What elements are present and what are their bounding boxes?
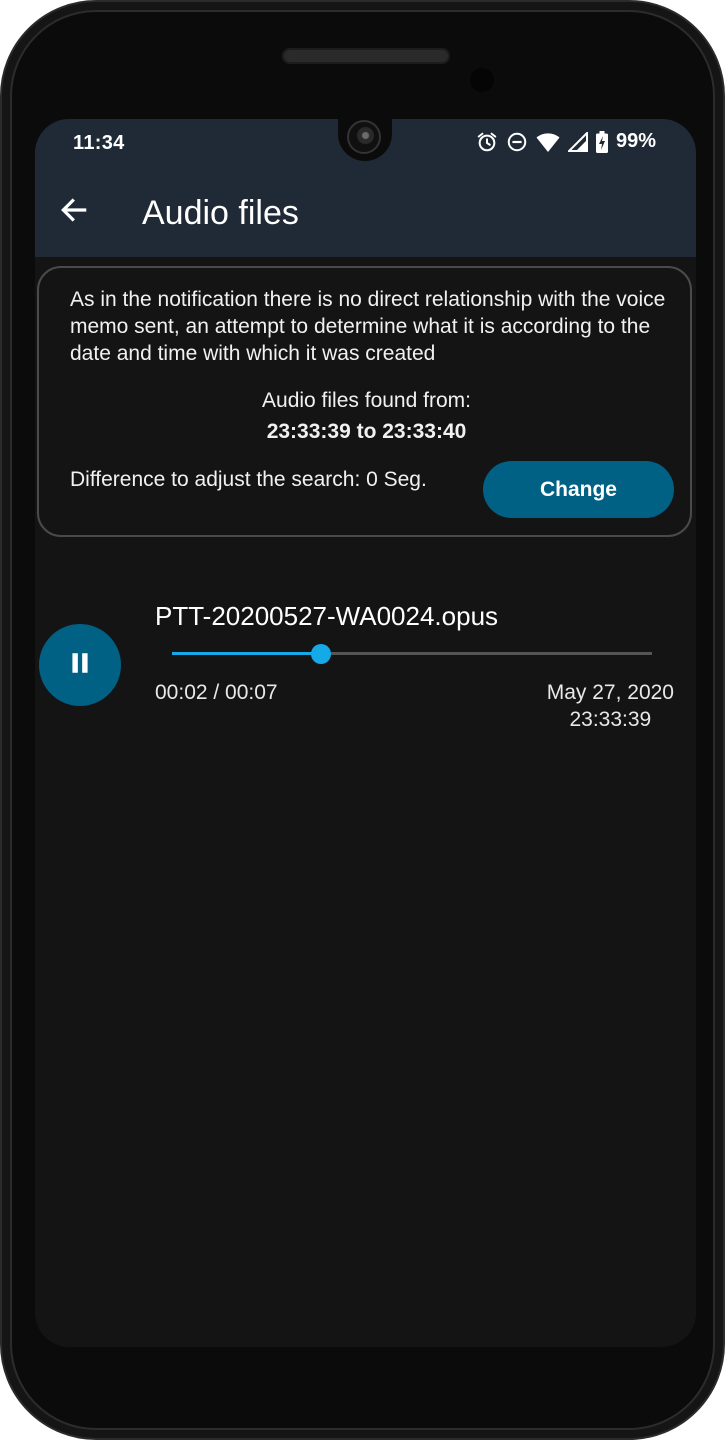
screen: 11:34 99% Audio files As in the notifica… [35, 119, 696, 1347]
seek-progress [172, 652, 321, 655]
info-card: As in the notification there is no direc… [37, 266, 692, 537]
info-description: As in the notification there is no direc… [70, 288, 666, 365]
seek-thumb[interactable] [310, 644, 331, 664]
do-not-disturb-icon [506, 131, 528, 153]
wifi-icon [536, 131, 560, 153]
file-date: May 27, 2020 [546, 681, 674, 704]
status-icons: 99% [476, 130, 656, 153]
change-button[interactable]: Change [483, 461, 674, 518]
pause-icon [67, 650, 93, 681]
earpiece-speaker [282, 48, 450, 64]
difference-text: Difference to adjust the search: 0 Seg. [70, 468, 427, 491]
play-pause-button[interactable] [39, 624, 121, 706]
battery-percent: 99% [615, 130, 656, 152]
front-camera [347, 120, 381, 154]
proximity-sensor [470, 68, 494, 92]
app-bar: Audio files [35, 167, 696, 257]
found-range: 23:33:39 to 23:33:40 [266, 420, 467, 443]
file-name: PTT-20200527-WA0024.opus [155, 601, 499, 631]
file-datetime: May 27, 2020 23:33:39 [547, 679, 674, 733]
status-time: 11:34 [73, 132, 125, 154]
file-time: 23:33:39 [569, 708, 652, 731]
alarm-icon [476, 131, 498, 153]
phone-frame: 11:34 99% Audio files As in the notifica… [0, 0, 725, 1440]
seek-bar[interactable] [172, 642, 652, 666]
audio-list-item: PTT-20200527-WA0024.opus 00:02 / 00:07 M… [35, 589, 696, 739]
found-label: Audio files found from: [262, 389, 471, 412]
battery-charging-icon [595, 130, 608, 153]
playback-time: 00:02 / 00:07 [155, 681, 278, 704]
status-bar: 11:34 99% [35, 119, 696, 167]
page-title: Audio files [142, 194, 299, 232]
back-button[interactable] [51, 189, 97, 235]
arrow-left-icon [58, 194, 90, 231]
signal-icon [567, 131, 588, 152]
